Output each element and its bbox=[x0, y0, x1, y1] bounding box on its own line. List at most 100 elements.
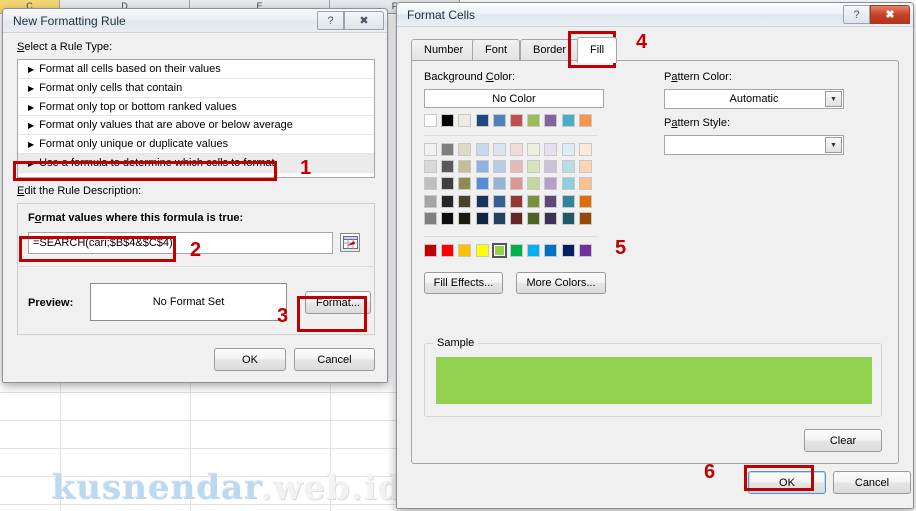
color-swatch-theme-0[interactable] bbox=[424, 114, 437, 127]
color-swatch-tint-3-8[interactable] bbox=[561, 194, 575, 208]
color-swatch-theme-6[interactable] bbox=[527, 114, 541, 127]
color-swatch-tint-3-3[interactable] bbox=[475, 194, 489, 208]
format-cells-titlebar[interactable]: Format Cells ? ✖ bbox=[397, 3, 913, 27]
color-swatch-tint-2-8[interactable] bbox=[561, 177, 575, 191]
color-swatch-tint-4-6[interactable] bbox=[527, 211, 541, 225]
color-swatch-tint-2-3[interactable] bbox=[475, 177, 489, 191]
color-swatch-tint-4-8[interactable] bbox=[561, 211, 575, 225]
color-swatch-tint-0-9[interactable] bbox=[578, 143, 592, 156]
color-swatch-tint-0-5[interactable] bbox=[509, 143, 523, 156]
color-swatch-tint-2-0[interactable] bbox=[424, 177, 437, 191]
color-swatch-theme-1[interactable] bbox=[441, 114, 455, 127]
color-swatch-standard-8[interactable] bbox=[561, 244, 575, 257]
color-swatch-tint-4-4[interactable] bbox=[492, 211, 506, 225]
rule-type-item-0[interactable]: ▶ Format all cells based on their values bbox=[18, 60, 374, 79]
no-color-button[interactable]: No Color bbox=[424, 89, 604, 108]
color-swatch-tint-1-4[interactable] bbox=[492, 160, 506, 174]
clear-button[interactable]: Clear bbox=[804, 429, 882, 452]
color-swatch-tint-2-9[interactable] bbox=[578, 177, 592, 191]
color-swatch-tint-2-1[interactable] bbox=[441, 177, 455, 191]
new-rule-cancel-button[interactable]: Cancel bbox=[294, 348, 375, 371]
color-swatch-standard-9[interactable] bbox=[578, 244, 592, 257]
color-swatch-tint-1-6[interactable] bbox=[527, 160, 541, 174]
tab-font[interactable]: Font bbox=[472, 39, 521, 61]
color-swatch-tint-2-2[interactable] bbox=[458, 177, 472, 191]
fill-effects-button[interactable]: Fill Effects... bbox=[424, 272, 503, 294]
color-swatch-tint-1-5[interactable] bbox=[509, 160, 523, 174]
color-swatch-tint-0-6[interactable] bbox=[527, 143, 541, 156]
color-swatch-standard-5[interactable] bbox=[509, 244, 523, 257]
formula-input[interactable]: =SEARCH(cari;$B$4&$C$4) bbox=[28, 232, 333, 254]
color-swatch-theme-8[interactable] bbox=[561, 114, 575, 127]
color-swatch-tint-2-4[interactable] bbox=[492, 177, 506, 191]
new-rule-titlebar[interactable]: New Formatting Rule ? ✖ bbox=[3, 9, 387, 33]
color-swatch-tint-3-6[interactable] bbox=[527, 194, 541, 208]
color-swatch-tint-1-2[interactable] bbox=[458, 160, 472, 174]
color-swatch-standard-7[interactable] bbox=[544, 244, 558, 257]
color-swatch-tint-3-9[interactable] bbox=[578, 194, 592, 208]
new-rule-ok-button[interactable]: OK bbox=[214, 348, 286, 371]
color-swatch-tint-4-7[interactable] bbox=[544, 211, 558, 225]
pattern-color-combo[interactable]: Automatic ▼ bbox=[664, 89, 844, 109]
tab-number[interactable]: Number bbox=[411, 39, 477, 61]
color-swatch-standard-2[interactable] bbox=[458, 244, 472, 257]
format-button[interactable]: Format... bbox=[305, 291, 371, 314]
color-swatch-theme-4[interactable] bbox=[492, 114, 506, 127]
color-swatch-standard-4[interactable] bbox=[491, 243, 507, 258]
color-swatch-theme-9[interactable] bbox=[578, 114, 592, 127]
help-icon[interactable]: ? bbox=[843, 5, 870, 24]
rule-type-listbox[interactable]: ▶ Format all cells based on their values … bbox=[17, 59, 375, 178]
color-swatch-tint-0-7[interactable] bbox=[544, 143, 558, 156]
color-swatch-theme-5[interactable] bbox=[509, 114, 523, 127]
color-swatch-tint-1-3[interactable] bbox=[475, 160, 489, 174]
color-swatch-standard-1[interactable] bbox=[441, 244, 455, 257]
range-select-icon[interactable] bbox=[340, 233, 360, 252]
pattern-style-combo[interactable]: ▼ bbox=[664, 135, 844, 155]
close-x-icon[interactable]: ✖ bbox=[870, 5, 910, 24]
color-swatch-theme-7[interactable] bbox=[544, 114, 558, 127]
tab-border[interactable]: Border bbox=[520, 39, 580, 61]
color-swatch-tint-4-3[interactable] bbox=[475, 211, 489, 225]
color-swatch-tint-0-4[interactable] bbox=[492, 143, 506, 156]
color-swatch-tint-0-8[interactable] bbox=[561, 143, 575, 156]
color-swatch-standard-6[interactable] bbox=[527, 244, 541, 257]
color-swatch-tint-4-1[interactable] bbox=[441, 211, 455, 225]
color-swatch-tint-3-5[interactable] bbox=[509, 194, 523, 208]
color-swatch-tint-0-1[interactable] bbox=[441, 143, 455, 156]
color-swatch-theme-3[interactable] bbox=[475, 114, 489, 127]
color-swatch-tint-4-5[interactable] bbox=[509, 211, 523, 225]
color-swatch-tint-3-7[interactable] bbox=[544, 194, 558, 208]
color-swatch-tint-0-2[interactable] bbox=[458, 143, 472, 156]
color-swatch-tint-0-0[interactable] bbox=[424, 143, 437, 156]
color-swatch-tint-3-2[interactable] bbox=[458, 194, 472, 208]
color-swatch-tint-3-4[interactable] bbox=[492, 194, 506, 208]
color-swatch-tint-1-8[interactable] bbox=[561, 160, 575, 174]
color-swatch-standard-3[interactable] bbox=[475, 244, 489, 257]
color-swatch-tint-1-0[interactable] bbox=[424, 160, 437, 174]
color-swatch-tint-1-9[interactable] bbox=[578, 160, 592, 174]
rule-type-item-5[interactable]: ▶ Use a formula to determine which cells … bbox=[18, 153, 374, 173]
color-swatch-tint-4-0[interactable] bbox=[424, 211, 437, 225]
color-swatch-tint-1-1[interactable] bbox=[441, 160, 455, 174]
color-swatch-tint-1-7[interactable] bbox=[544, 160, 558, 174]
color-swatch-theme-2[interactable] bbox=[458, 114, 472, 127]
color-swatch-tint-0-3[interactable] bbox=[475, 143, 489, 156]
color-swatch-tint-2-6[interactable] bbox=[527, 177, 541, 191]
rule-type-item-1[interactable]: ▶ Format only cells that contain bbox=[18, 79, 374, 98]
help-icon[interactable]: ? bbox=[317, 11, 344, 30]
chevron-down-icon[interactable]: ▼ bbox=[825, 137, 842, 153]
color-swatch-tint-2-7[interactable] bbox=[544, 177, 558, 191]
color-swatch-tint-4-9[interactable] bbox=[578, 211, 592, 225]
rule-type-item-3[interactable]: ▶ Format only values that are above or be… bbox=[18, 116, 374, 136]
color-swatch-tint-4-2[interactable] bbox=[458, 211, 472, 225]
color-swatch-standard-0[interactable] bbox=[424, 244, 437, 257]
chevron-down-icon[interactable]: ▼ bbox=[825, 91, 842, 107]
format-cells-ok-button[interactable]: OK bbox=[748, 471, 826, 494]
rule-type-item-4[interactable]: ▶ Format only unique or duplicate values bbox=[18, 135, 374, 154]
color-swatch-tint-3-1[interactable] bbox=[441, 194, 455, 208]
color-swatch-tint-3-0[interactable] bbox=[424, 194, 437, 208]
close-x-icon[interactable]: ✖ bbox=[344, 11, 384, 30]
format-cells-cancel-button[interactable]: Cancel bbox=[833, 471, 911, 494]
rule-type-item-2[interactable]: ▶ Format only top or bottom ranked values bbox=[18, 98, 374, 117]
more-colors-button[interactable]: More Colors... bbox=[516, 272, 606, 294]
